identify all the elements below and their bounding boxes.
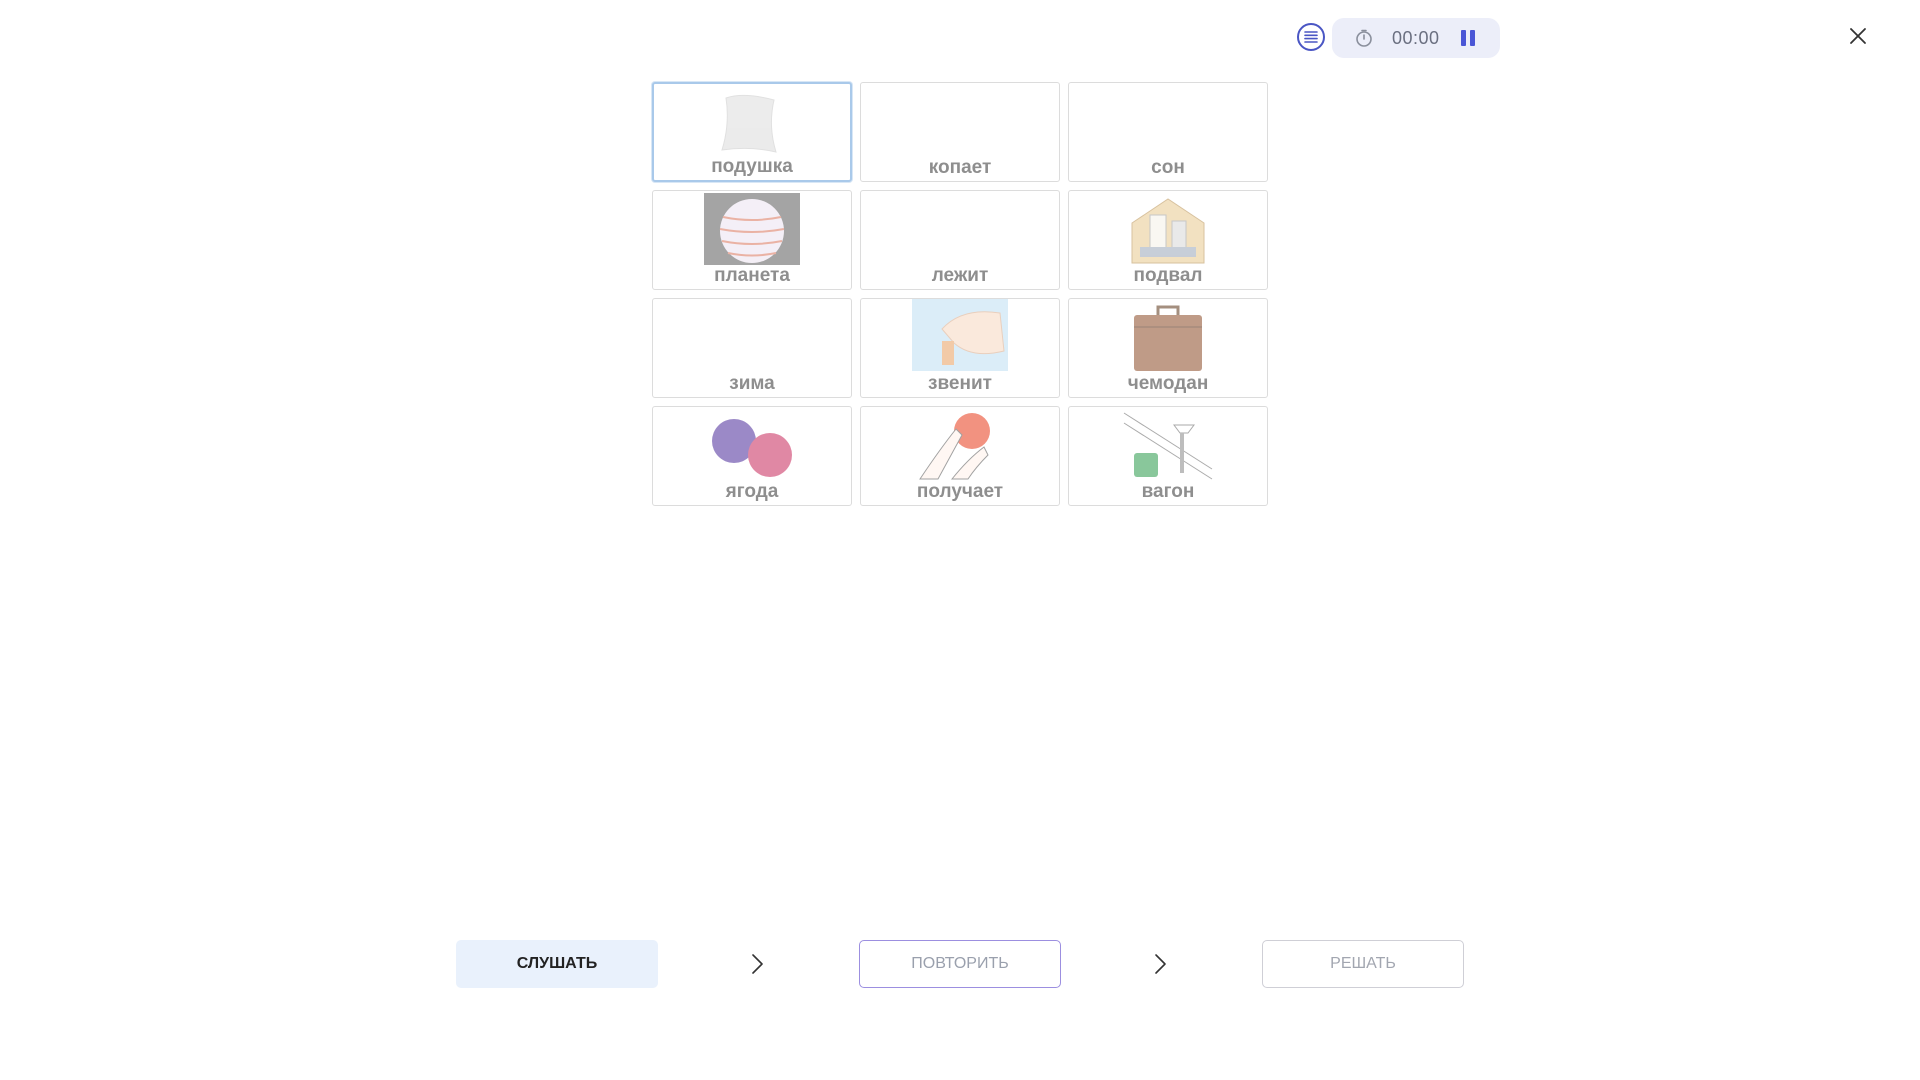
- card-label: сон: [1151, 157, 1185, 178]
- listen-button[interactable]: СЛУШАТЬ: [456, 940, 658, 988]
- receiving-ball-image: [919, 413, 990, 480]
- card-label: вагон: [1141, 481, 1195, 502]
- word-card[interactable]: зима: [652, 298, 852, 398]
- card-label: зима: [729, 373, 775, 394]
- basement-image: [1131, 198, 1205, 264]
- pause-button[interactable]: [1458, 28, 1478, 48]
- list-icon: [1304, 31, 1318, 43]
- word-card[interactable]: звенит: [860, 298, 1060, 398]
- card-label: планета: [714, 265, 790, 286]
- pillow-image: [721, 94, 777, 153]
- close-icon[interactable]: [1846, 24, 1870, 48]
- doorbell-image: [912, 299, 1008, 371]
- berry-image: [712, 419, 792, 477]
- word-card[interactable]: подушка: [652, 82, 852, 182]
- card-label: чемодан: [1127, 373, 1209, 394]
- timer-display: 00:00: [1392, 28, 1440, 48]
- card-label: подвал: [1133, 265, 1203, 286]
- stopwatch-icon: [1356, 29, 1372, 47]
- word-card[interactable]: копает: [860, 82, 1060, 182]
- card-label: ягода: [725, 481, 779, 502]
- word-card[interactable]: планета: [652, 190, 852, 290]
- word-card[interactable]: чемодан: [1068, 298, 1268, 398]
- suitcase-image: [1134, 305, 1202, 371]
- word-card[interactable]: сон: [1068, 82, 1268, 182]
- timer-pill: 00:00: [1332, 18, 1500, 58]
- pause-icon: [1461, 30, 1466, 46]
- word-card[interactable]: вагон: [1068, 406, 1268, 506]
- word-card[interactable]: лежит: [860, 190, 1060, 290]
- planet-image: [704, 193, 800, 265]
- word-card[interactable]: получает: [860, 406, 1060, 506]
- word-card[interactable]: ягода: [652, 406, 852, 506]
- solve-button[interactable]: РЕШАТЬ: [1262, 940, 1464, 988]
- list-button[interactable]: [1297, 23, 1325, 51]
- card-label: звенит: [928, 373, 992, 394]
- chevron-right-icon: [1155, 954, 1166, 974]
- card-label: получает: [916, 481, 1004, 502]
- card-label: копает: [928, 157, 992, 178]
- chevron-right-icon: [752, 954, 763, 974]
- word-card[interactable]: подвал: [1068, 190, 1268, 290]
- card-label: лежит: [931, 265, 989, 286]
- card-label: подушка: [711, 156, 793, 177]
- cable-car-image: [1123, 412, 1213, 480]
- repeat-button[interactable]: ПОВТОРИТЬ: [859, 940, 1061, 988]
